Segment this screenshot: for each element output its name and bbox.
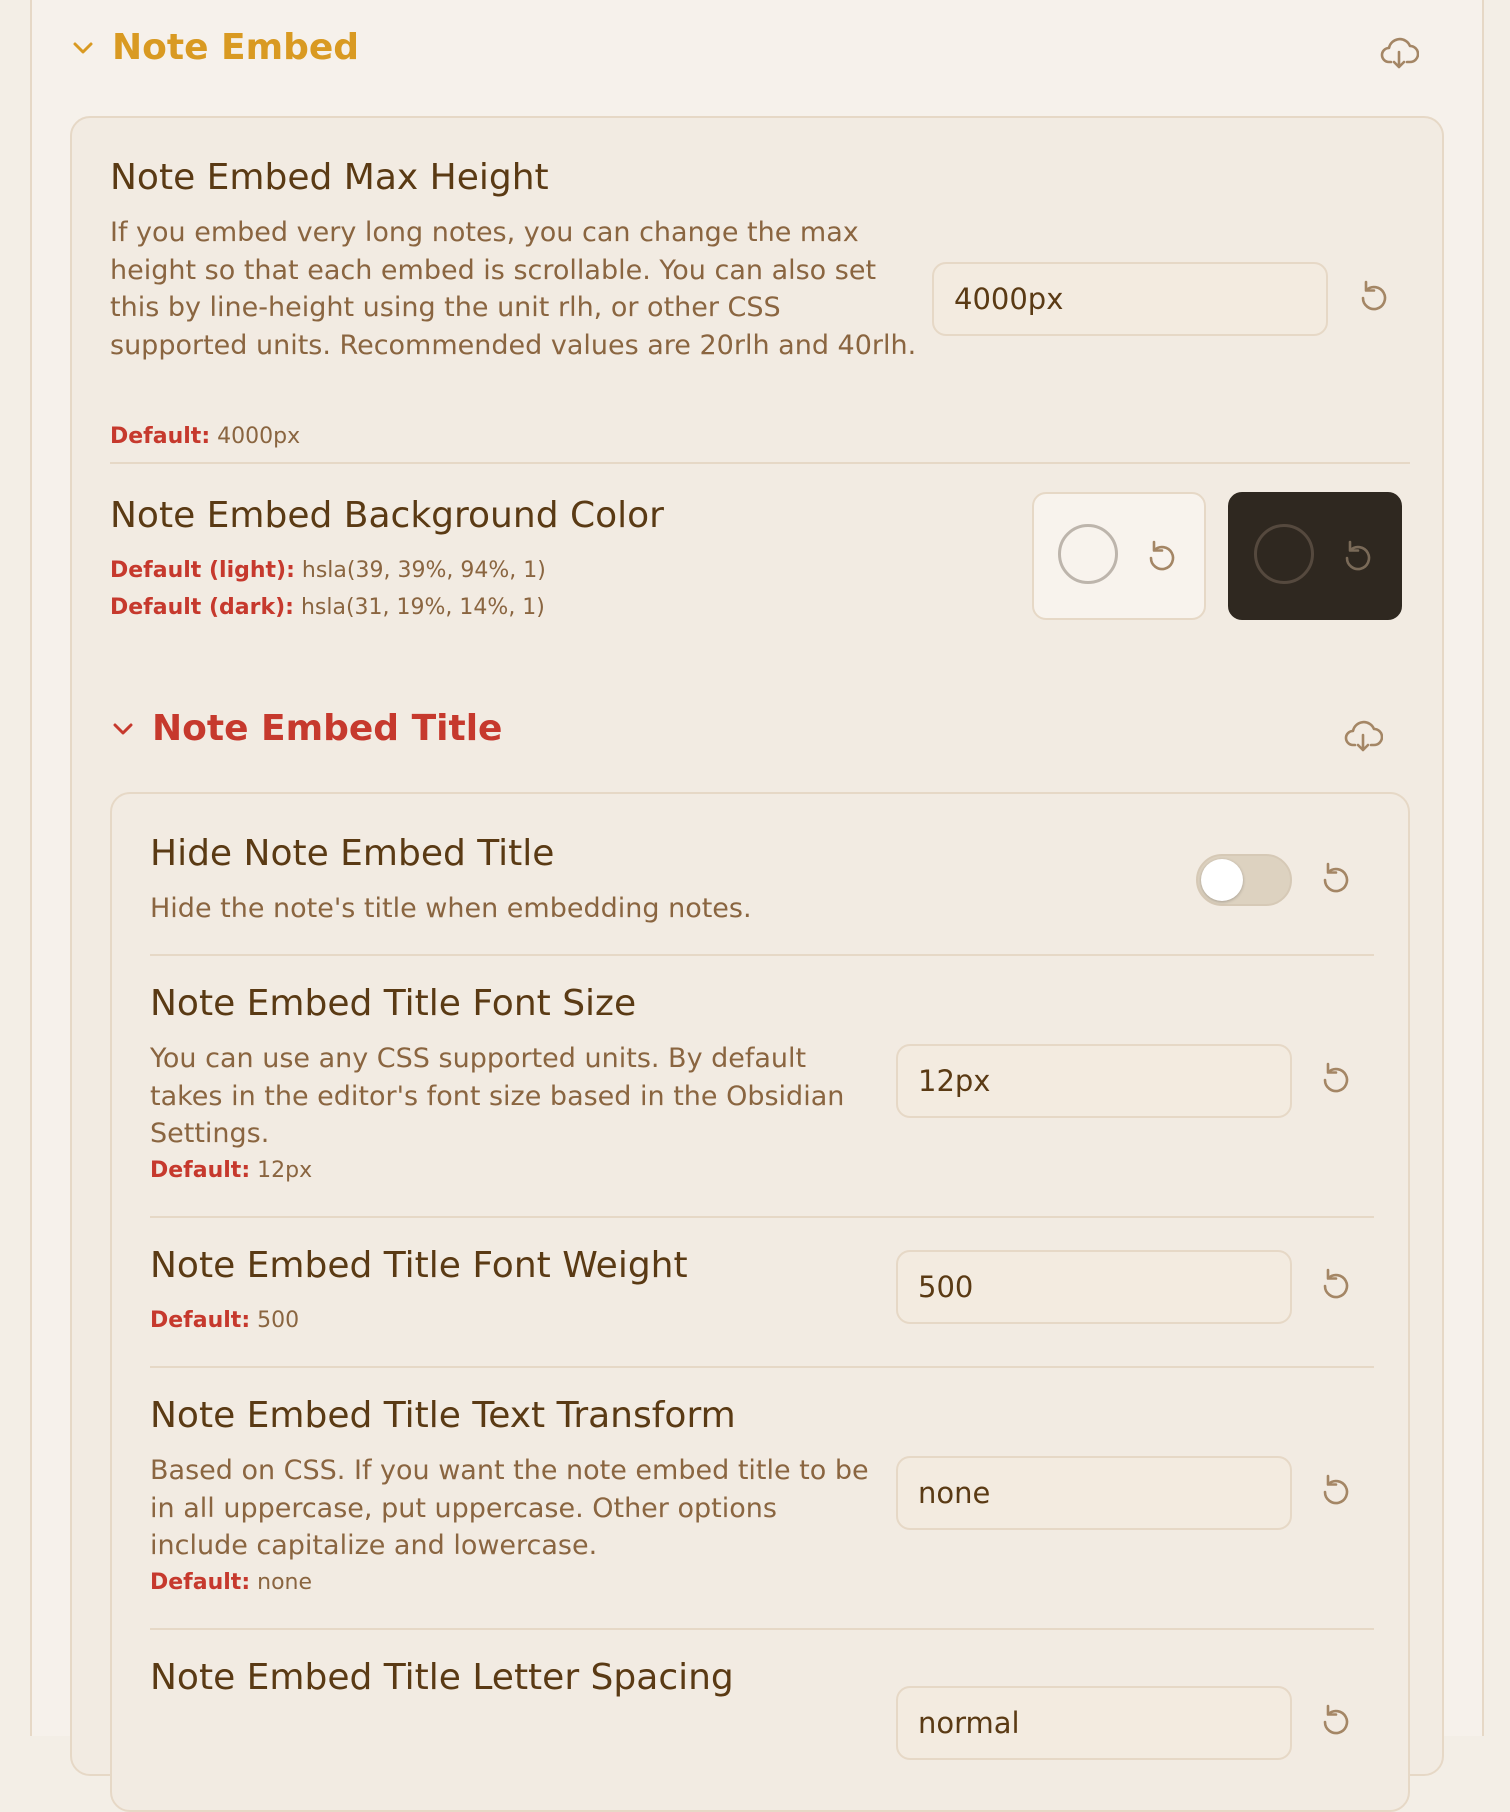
setting-title: Note Embed Title Letter Spacing [150,1657,734,1698]
chevron-down-icon[interactable] [110,716,136,742]
reset-icon[interactable] [1314,858,1358,902]
note-embed-title-card: Hide Note Embed Title Hide the note's ti… [110,792,1410,1812]
reset-icon[interactable] [1314,1470,1358,1514]
reset-icon[interactable] [1352,276,1396,320]
default-dark-label: Default (dark): [110,595,294,620]
default-light-line: Default (light): hsla(39, 39%, 94%, 1) [110,556,546,586]
default-value: 500 [257,1308,300,1333]
default-value-line: Default: 4000px [110,422,300,452]
divider [150,1366,1374,1368]
title-font-size-input[interactable] [896,1044,1292,1118]
default-label: Default: [150,1570,251,1595]
hide-title-toggle[interactable] [1196,854,1292,906]
setting-description: Based on CSS. If you want the note embed… [150,1455,869,1561]
divider [150,954,1374,956]
setting-title: Note Embed Title Text Transform [150,1395,736,1436]
note-embed-card: Note Embed Max Height If you embed very … [70,116,1444,1812]
setting-title: Note Embed Background Color [110,495,664,536]
default-value-line: Default: 12px [150,1156,312,1186]
setting-description: You can use any CSS supported units. By … [150,1043,845,1149]
reset-icon[interactable] [1314,1058,1358,1102]
divider [150,1216,1374,1218]
setting-title: Hide Note Embed Title [150,833,555,874]
default-value-line: Default: none [150,1568,312,1598]
cloud-download-icon[interactable] [1342,714,1384,756]
default-label: Default: [150,1158,251,1183]
section-title: Note Embed Title [152,708,503,749]
title-letter-spacing-input[interactable] [896,1686,1292,1760]
section-heading-note-embed-title[interactable]: Note Embed Title [110,711,502,747]
reset-icon[interactable] [1314,1700,1358,1744]
section-heading-note-embed[interactable]: Note Embed [70,30,359,66]
default-value: none [257,1570,313,1595]
dark-color-swatch-box [1228,492,1402,620]
default-label: Default: [110,424,211,449]
default-dark-line: Default (dark): hsla(31, 19%, 14%, 1) [110,593,545,623]
settings-panel: Note Embed Note Embed Max Height If you … [30,0,1484,1812]
default-value: 12px [257,1158,313,1183]
default-light-label: Default (light): [110,558,295,583]
reset-icon[interactable] [1336,536,1380,580]
default-value: 4000px [217,424,301,449]
setting-title: Note Embed Max Height [110,157,549,198]
light-color-picker[interactable] [1058,524,1118,584]
setting-description: If you embed very long notes, you can ch… [110,217,917,361]
toggle-knob [1201,859,1243,901]
cloud-download-icon[interactable] [1378,31,1420,73]
dark-color-picker[interactable] [1254,524,1314,584]
section-title: Note Embed [112,27,360,68]
chevron-down-icon[interactable] [70,35,96,61]
default-dark-value: hsla(31, 19%, 14%, 1) [300,595,545,620]
divider [150,1628,1374,1630]
max-height-input[interactable] [932,262,1328,336]
light-color-swatch-box [1032,492,1206,620]
default-value-line: Default: 500 [150,1306,299,1336]
setting-title: Note Embed Title Font Weight [150,1245,688,1286]
reset-icon[interactable] [1140,536,1184,580]
divider [110,462,1410,464]
setting-title: Note Embed Title Font Size [150,983,637,1024]
default-label: Default: [150,1308,251,1333]
title-font-weight-input[interactable] [896,1250,1292,1324]
title-text-transform-input[interactable] [896,1456,1292,1530]
setting-description: Hide the note's title when embedding not… [150,893,752,924]
default-light-value: hsla(39, 39%, 94%, 1) [301,558,546,583]
reset-icon[interactable] [1314,1264,1358,1308]
